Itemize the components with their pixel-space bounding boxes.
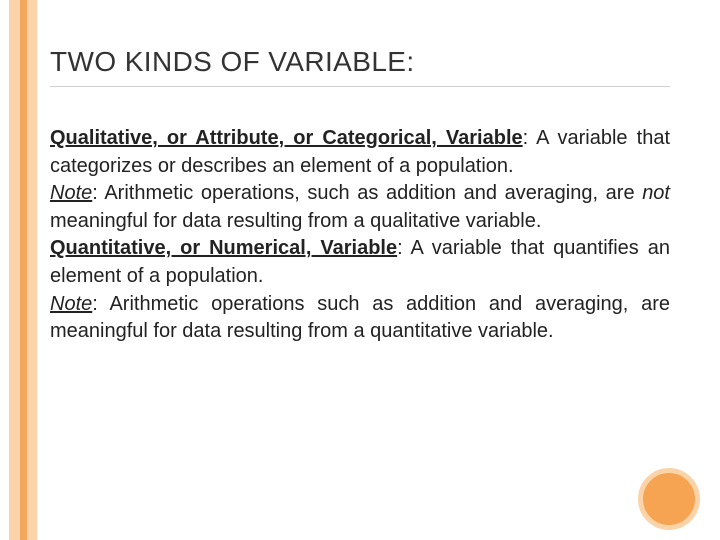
note-label-1: Note [50, 182, 92, 204]
quantitative-term: Quantitative, or Numerical, Variable [50, 237, 397, 259]
note1-not: not [642, 182, 670, 204]
slide-body: Qualitative, or Attribute, or Categorica… [50, 125, 670, 346]
corner-circle-decor [638, 468, 700, 530]
title-underline-decor [50, 86, 670, 87]
note2-text: : Arithmetic operations such as addition… [50, 293, 670, 343]
slide-title: TWO KINDS OF VARIABLE: [50, 46, 415, 78]
note1-text-b: meaningful for data resulting from a qua… [50, 210, 541, 232]
note-label-2: Note [50, 293, 92, 315]
left-inner-band-decor [20, 0, 27, 540]
qualitative-term: Qualitative, or Attribute, or Categorica… [50, 127, 523, 149]
note1-text-a: : Arithmetic operations, such as additio… [92, 182, 642, 204]
